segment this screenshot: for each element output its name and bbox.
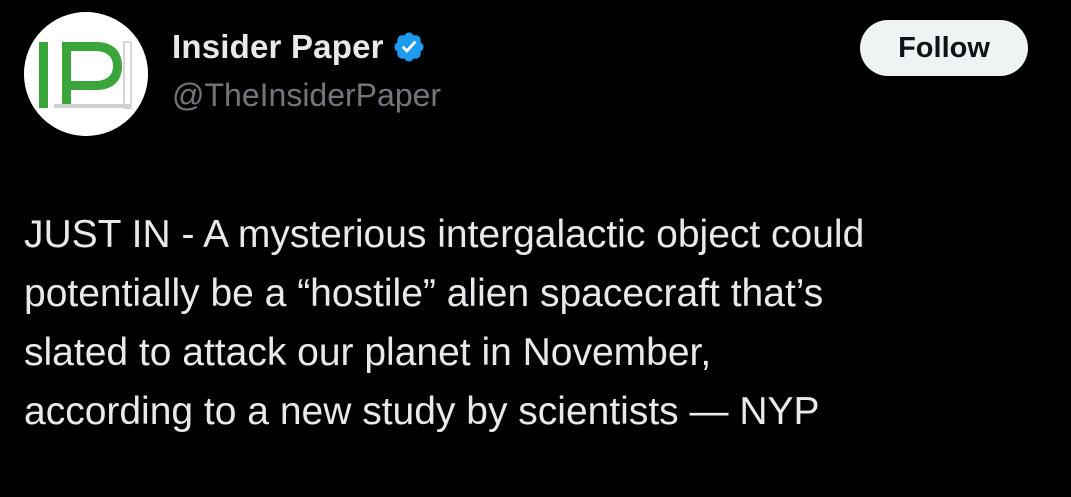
avatar[interactable] bbox=[24, 12, 148, 136]
author-display-name[interactable]: Insider Paper bbox=[172, 28, 384, 66]
author-handle[interactable]: @TheInsiderPaper bbox=[172, 77, 441, 114]
tweet-card: Insider Paper @TheInsiderPaper Follow JU… bbox=[0, 0, 1071, 497]
insider-paper-logo-icon bbox=[24, 12, 148, 136]
tweet-text: JUST IN - A mysterious intergalactic obj… bbox=[24, 213, 865, 433]
follow-button[interactable]: Follow bbox=[860, 20, 1028, 76]
author-name-row: Insider Paper bbox=[172, 25, 426, 69]
verified-badge-icon bbox=[394, 32, 424, 62]
